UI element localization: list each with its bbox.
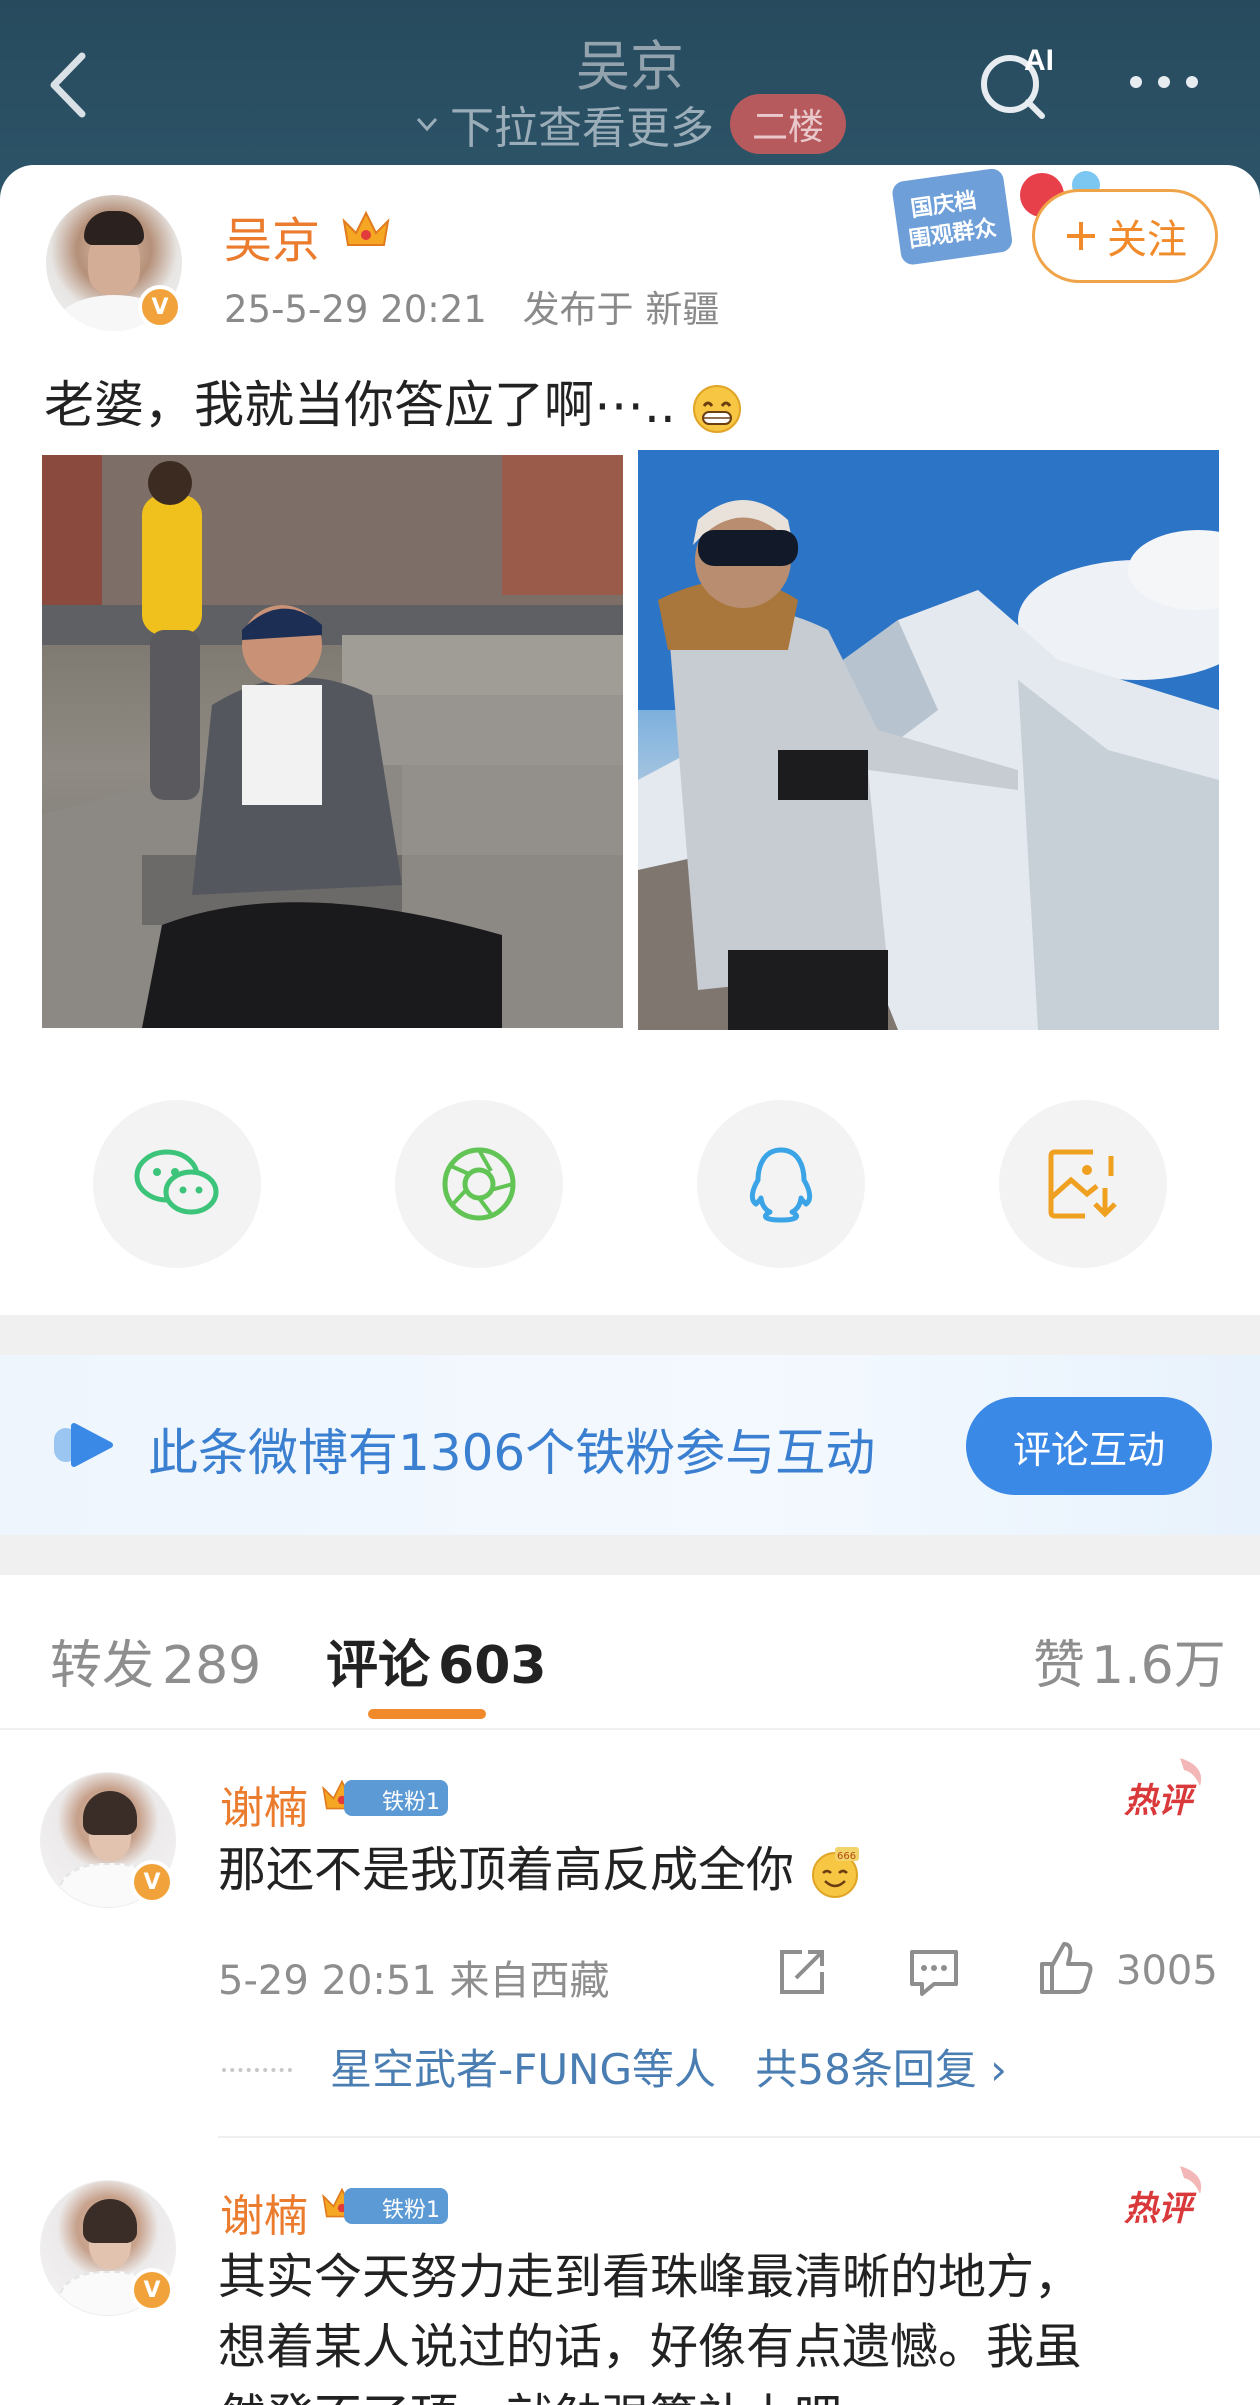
ironfan-text: 此条微博有1306个铁粉参与互动 (148, 1424, 876, 1482)
reply-count-link[interactable]: 共58条回复 › (755, 2045, 1007, 2094)
ironfan-interaction-banner: 此条微博有1306个铁粉参与互动 评论互动 (0, 1355, 1260, 1535)
active-tab-indicator (368, 1709, 486, 1719)
share-qq-button[interactable] (697, 1100, 865, 1268)
moments-icon (442, 1147, 516, 1221)
reply-summary[interactable]: 星空武者-FUNG等人 共58条回复 › (330, 2036, 1007, 2097)
post-text-content: 老婆，我就当你答应了啊⋯.. (44, 376, 676, 434)
commenter-name[interactable]: 谢楠 (220, 1772, 308, 1836)
tab-comment-label: 评论 (326, 1636, 431, 1696)
post-photo-1[interactable] (42, 455, 623, 1028)
verified-badge-icon: V (130, 1860, 174, 1904)
more-options-icon[interactable] (1126, 70, 1202, 94)
grin-emoji-icon (692, 384, 741, 433)
section-divider (0, 1535, 1260, 1575)
save-image-button[interactable] (999, 1100, 1167, 1268)
hot-comment-badge: 热评 (1124, 2166, 1202, 2229)
pull-hint-text: 下拉查看更多 (449, 103, 714, 154)
svg-text:热评: 热评 (1124, 2189, 1197, 2229)
comment-text: 其实今天努力走到看珠峰最清晰的地方， 想着某人说过的话，好像有点遗憾。我虽 然登… (218, 2242, 1082, 2405)
svg-text:热评: 热评 (1124, 1781, 1197, 1821)
post-card: V 吴京 25-5-29 20:21 发布于 新疆 国庆档 围观群众 关注 老婆… (0, 165, 1260, 1315)
ironfan-level-tag: 铁粉1 (344, 1780, 448, 1816)
ironfan-level-tag: 铁粉1 (344, 2188, 448, 2224)
reply-comment-icon[interactable] (904, 1942, 964, 2002)
tab-comment-count: 603 (438, 1636, 547, 1696)
share-row (0, 1100, 1260, 1270)
hot-comment-badge: 热评 (1124, 1758, 1202, 1821)
666-emoji-icon: 666 (812, 1847, 860, 1898)
comment-item: V 谢楠 铁粉1 热评 其实今天努力走到看珠峰最清晰的地方， 想着某人说过的话，… (0, 2140, 1260, 2405)
tab-like[interactable]: 赞 1.6万 (1033, 1623, 1226, 1698)
save-image-icon (1048, 1149, 1117, 1219)
verified-badge-icon: V (138, 285, 182, 329)
chevron-down-icon (416, 117, 438, 132)
like-count: 3005 (1116, 1948, 1218, 1994)
comment-text-line: 然登不了顶，就勉强算补上吧。 (218, 2382, 1082, 2405)
pull-down-hint[interactable]: 下拉查看更多 二楼 (0, 92, 1260, 156)
like-icon[interactable] (1036, 1938, 1096, 1998)
comment-meta: 5-29 20:51 来自西藏 (218, 1958, 610, 2004)
page-title: 吴京 (576, 35, 684, 98)
share-wechat-button[interactable] (93, 1100, 261, 1268)
reply-dots (222, 2068, 292, 2074)
verified-badge-icon: V (130, 2268, 174, 2312)
commenter-name[interactable]: 谢楠 (220, 2180, 308, 2244)
plus-icon (1067, 222, 1095, 250)
reply-users: 星空武者-FUNG等人 (330, 2045, 717, 2094)
wechat-icon (134, 1149, 219, 1215)
ironfan-icon (54, 1423, 113, 1467)
tab-repost-label: 转发 (50, 1636, 155, 1696)
post-tabs: 转发 289 评论 603 赞 1.6万 (0, 1575, 1260, 1730)
share-comment-icon[interactable] (772, 1942, 832, 2002)
crown-icon (342, 210, 390, 246)
comment-divider (218, 2136, 1260, 2138)
ai-label: AI (1024, 44, 1054, 77)
post-location: 发布于 新疆 (522, 288, 720, 331)
post-text: 老婆，我就当你答应了啊⋯.. (44, 365, 742, 437)
ai-search-icon[interactable]: AI (976, 40, 1058, 122)
second-floor-badge[interactable]: 二楼 (729, 94, 846, 154)
comment-interact-button[interactable]: 评论互动 (966, 1397, 1212, 1495)
follow-button[interactable]: 关注 (1032, 189, 1218, 283)
follow-label: 关注 (1107, 217, 1187, 263)
comment-text: 那还不是我顶着高反成全你 666 (218, 1835, 861, 1905)
tab-repost[interactable]: 转发 289 (50, 1623, 261, 1698)
post-photo-2[interactable] (638, 450, 1219, 1030)
section-divider (0, 1315, 1260, 1355)
post-time: 25-5-29 20:21 (224, 288, 487, 331)
comment-text-line: 想着某人说过的话，好像有点遗憾。我虽 (218, 2319, 1083, 2375)
author-name[interactable]: 吴京 (224, 201, 320, 271)
comment-text-line: 其实今天努力走到看珠峰最清晰的地方， (218, 2249, 1083, 2305)
qq-icon (749, 1147, 813, 1223)
svg-text:666: 666 (837, 1851, 856, 1862)
comment-item: V 谢楠 铁粉1 热评 那还不是我顶着高反成全你 666 5-29 20:51 … (0, 1730, 1260, 2140)
tab-repost-count: 289 (162, 1636, 262, 1696)
share-moments-button[interactable] (395, 1100, 563, 1268)
post-meta: 25-5-29 20:21 发布于 新疆 (224, 279, 719, 333)
tab-comment[interactable]: 评论 603 (326, 1623, 547, 1698)
comment-text-content: 那还不是我顶着高反成全你 (218, 1842, 795, 1898)
tab-like-label: 赞 (1033, 1636, 1086, 1696)
tab-like-count: 1.6万 (1091, 1636, 1226, 1696)
